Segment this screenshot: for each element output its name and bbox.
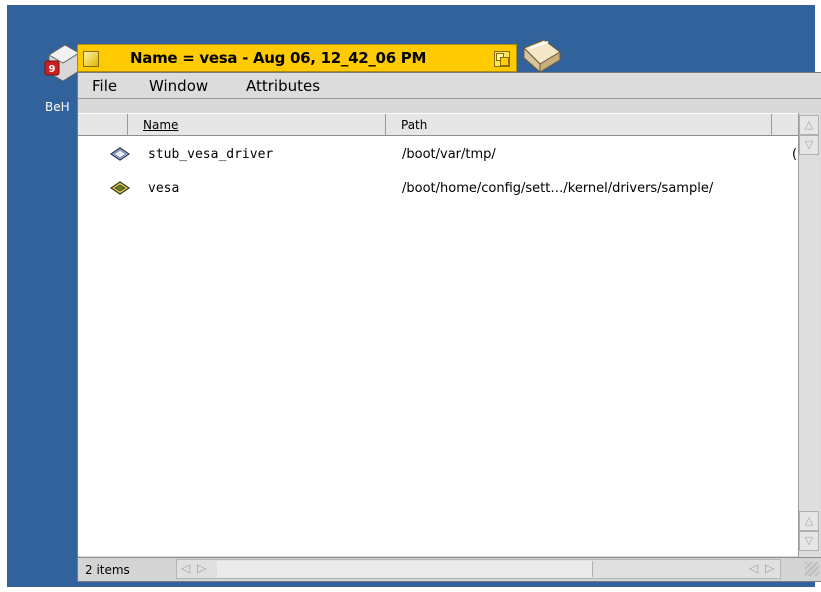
query-results-window: File Window Attributes Name Path stub_ve… — [77, 72, 821, 582]
resize-grip-icon[interactable] — [805, 562, 819, 576]
zoom-button[interactable] — [494, 51, 510, 67]
scroll-up-arrow-icon[interactable]: △ — [799, 115, 819, 135]
menu-file[interactable]: File — [92, 77, 117, 95]
list-item[interactable]: stub_vesa_driver /boot/var/tmp/ ( — [78, 144, 798, 170]
close-button[interactable] — [83, 51, 99, 67]
horizontal-scroll-thumb[interactable] — [217, 561, 593, 577]
file-list: stub_vesa_driver /boot/var/tmp/ ( vesa /… — [78, 136, 798, 556]
window-title: Name = vesa - Aug 06, 12_42_06 PM — [130, 49, 427, 67]
list-item[interactable]: vesa /boot/home/config/sett…/kernel/driv… — [78, 178, 798, 204]
menu-window[interactable]: Window — [149, 77, 208, 95]
file-name: stub_vesa_driver — [148, 147, 274, 162]
menu-bar: File Window Attributes — [78, 73, 821, 99]
column-header-path-label: Path — [401, 118, 428, 132]
folder-icon — [523, 39, 561, 74]
scroll-left-arrow-icon[interactable]: ◁ — [181, 561, 190, 575]
boot-disk-label[interactable]: BeH — [43, 100, 72, 114]
column-header-name-label: Name — [143, 118, 179, 132]
file-next-column-value: ( — [792, 147, 798, 162]
scroll-right-arrow-icon[interactable]: ▷ — [197, 561, 206, 575]
menu-attributes[interactable]: Attributes — [246, 77, 320, 95]
scroll-up-arrow-icon[interactable]: △ — [799, 511, 819, 531]
driver-icon — [110, 147, 130, 161]
column-header-next[interactable] — [772, 114, 798, 136]
file-name: vesa — [148, 181, 180, 196]
window-tab[interactable]: Name = vesa - Aug 06, 12_42_06 PM — [77, 44, 517, 72]
scroll-down-arrow-icon[interactable]: ▽ — [799, 531, 819, 551]
file-path: /boot/home/config/sett…/kernel/drivers/s… — [402, 181, 714, 196]
column-header-path[interactable]: Path — [386, 114, 772, 136]
scroll-left-arrow-icon[interactable]: ◁ — [749, 561, 758, 575]
horizontal-scrollbar[interactable]: ◁ ▷ ◁ ▷ — [176, 559, 781, 579]
svg-text:9: 9 — [49, 64, 56, 75]
sample-driver-icon — [110, 181, 130, 195]
column-header-row: Name Path — [78, 113, 798, 136]
item-count: 2 items — [85, 563, 130, 577]
scroll-down-arrow-icon[interactable]: ▽ — [799, 135, 819, 155]
header-icon-column[interactable] — [78, 114, 128, 136]
column-header-name[interactable]: Name — [128, 114, 386, 136]
status-bar: 2 items ◁ ▷ ◁ ▷ — [78, 557, 821, 581]
scroll-right-arrow-icon[interactable]: ▷ — [765, 561, 774, 575]
file-path: /boot/var/tmp/ — [402, 147, 496, 162]
vertical-scrollbar[interactable]: △ ▽ △ ▽ — [798, 113, 820, 559]
